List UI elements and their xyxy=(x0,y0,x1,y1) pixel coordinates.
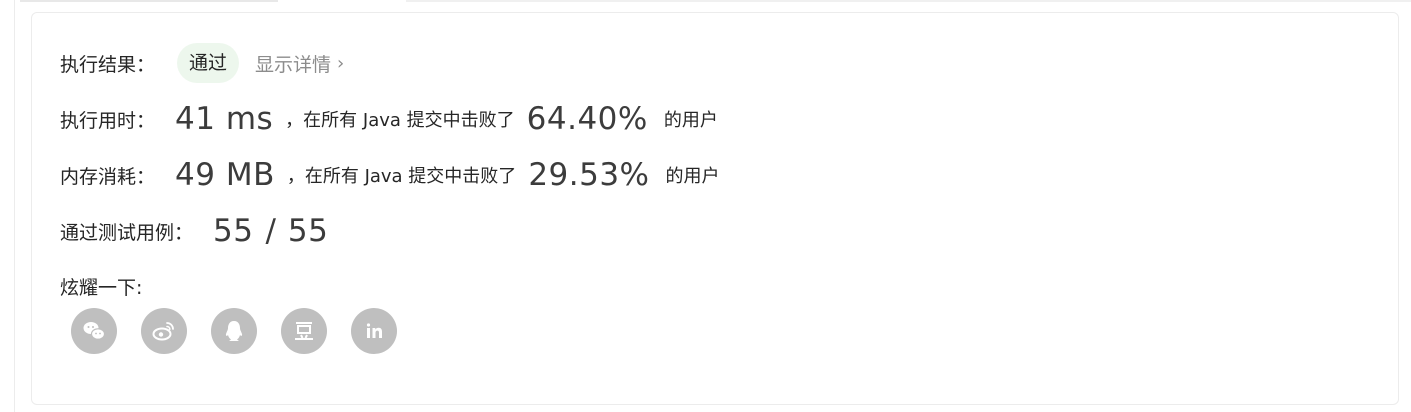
wechat-icon[interactable] xyxy=(71,308,117,354)
runtime-value: 41 ms xyxy=(175,101,274,137)
show-details-label: 显示详情 xyxy=(255,53,332,76)
memory-row: 内存消耗： 49 MB ，在所有 Java 提交中击败了 29.53% 的用户 xyxy=(60,153,720,197)
left-divider xyxy=(14,0,15,412)
testcases-total: 55 xyxy=(287,213,329,249)
testcases-label: 通过测试用例： xyxy=(60,221,194,244)
runtime-suffix: 的用户 xyxy=(663,110,718,131)
chevron-right-icon: › xyxy=(337,52,345,74)
qq-icon[interactable] xyxy=(211,308,257,354)
tab-underline-left xyxy=(20,0,278,2)
memory-value: 49 MB xyxy=(175,157,275,193)
status-badge: 通过 xyxy=(177,43,240,83)
memory-suffix: 的用户 xyxy=(665,166,720,187)
submission-result-card: 执行结果： 通过 显示详情 › 执行用时： 41 ms ，在所有 Java 提交… xyxy=(31,12,1399,405)
runtime-label: 执行用时： xyxy=(60,109,156,132)
testcases-passed: 55 xyxy=(213,213,254,249)
tab-underline-right xyxy=(406,0,1411,2)
douban-icon[interactable] xyxy=(281,308,327,354)
result-label: 执行结果： xyxy=(60,53,156,76)
tab-underline xyxy=(0,0,1411,3)
share-label: 炫耀一下: xyxy=(60,276,143,299)
share-row: 炫耀一下: xyxy=(60,271,142,301)
runtime-percent: 64.40% xyxy=(526,101,648,137)
testcases-row: 通过测试用例： 55 / 55 xyxy=(60,209,328,253)
memory-mid-text: ，在所有 Java 提交中击败了 xyxy=(286,166,517,187)
weibo-icon[interactable] xyxy=(141,308,187,354)
runtime-mid-text: ，在所有 Java 提交中击败了 xyxy=(285,110,515,131)
runtime-row: 执行用时： 41 ms ，在所有 Java 提交中击败了 64.40% 的用户 xyxy=(60,97,718,141)
share-icons xyxy=(71,308,421,354)
show-details-link[interactable]: 显示详情 › xyxy=(255,50,344,77)
linkedin-icon[interactable] xyxy=(351,308,397,354)
result-row: 执行结果： 通过 显示详情 › xyxy=(60,41,344,85)
memory-label: 内存消耗： xyxy=(60,165,156,188)
testcases-separator: / xyxy=(265,213,276,249)
memory-percent: 29.53% xyxy=(528,157,650,193)
